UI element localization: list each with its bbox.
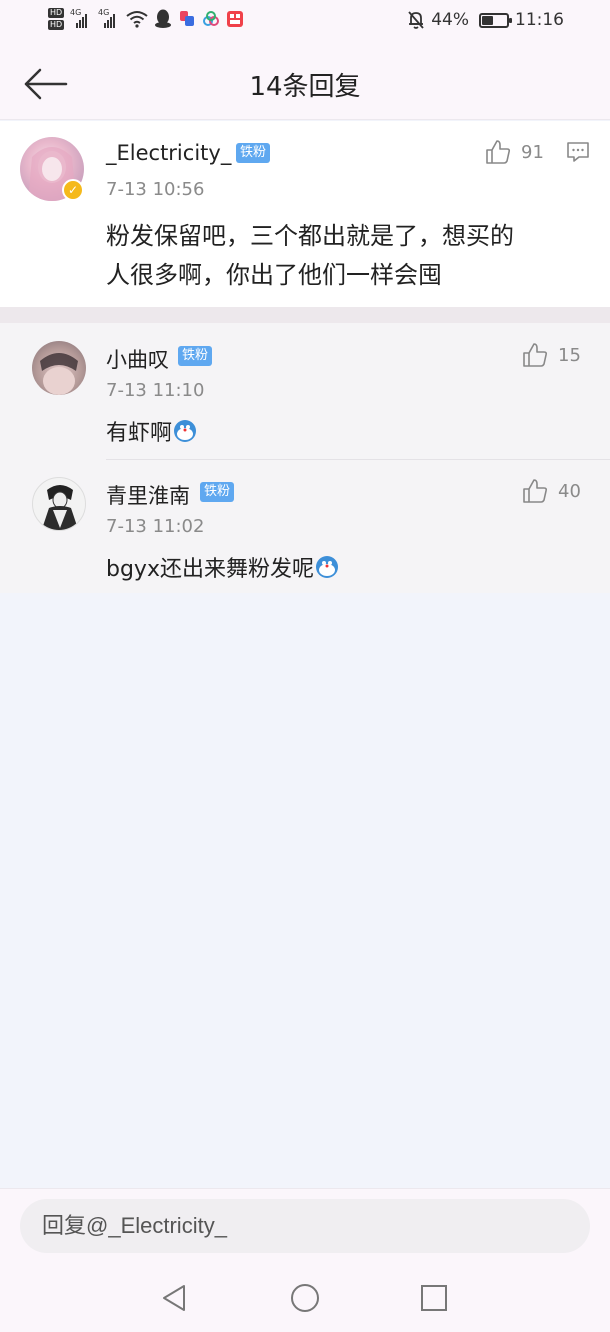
nav-home-icon	[291, 1284, 319, 1312]
fan-level-badge: 铁粉	[200, 482, 235, 502]
system-nav-bar	[0, 1274, 610, 1332]
reply-username[interactable]: 小曲叹	[106, 344, 169, 374]
nav-recents-icon	[421, 1285, 447, 1311]
page-title: 14条回复	[249, 72, 361, 102]
like-button[interactable]: 91	[485, 139, 544, 165]
status-right-icons: 44% 11:16	[407, 10, 564, 30]
avatar-image	[41, 485, 79, 530]
verified-badge-icon: ✓	[62, 179, 84, 201]
battery-percent: 44%	[431, 10, 469, 30]
clock: 11:16	[515, 10, 564, 30]
avatar-image	[40, 353, 78, 395]
section-divider	[0, 307, 610, 323]
nav-home-button[interactable]	[289, 1282, 321, 1314]
like-count: 91	[521, 141, 544, 163]
reply-text-content: 有虾啊	[106, 421, 173, 446]
reply-comment-button[interactable]	[566, 140, 590, 164]
fan-level-badge: 铁粉	[178, 346, 213, 366]
comment-time: 7-13 10:56	[106, 179, 205, 200]
top-nav-header: 14条回复	[0, 46, 610, 120]
qq-icon	[155, 9, 171, 28]
hd-icon: HD	[48, 8, 64, 18]
avatar[interactable]	[32, 341, 86, 395]
nav-recents-button[interactable]	[418, 1282, 450, 1314]
reply-input-bar	[0, 1188, 610, 1274]
avatar[interactable]	[32, 477, 86, 531]
reply-time: 7-13 11:10	[106, 380, 205, 401]
status-bar: HD HD 4G 4G 44% 11:16	[0, 0, 610, 46]
battery-fill	[482, 15, 493, 25]
mute-bell-icon	[408, 11, 424, 29]
status-left-icons: HD HD 4G 4G	[48, 8, 244, 30]
replies-list: 小曲叹 铁粉 7-13 11:10 15 有虾啊 青里淮南 铁粉 7-13 11…	[0, 323, 610, 593]
nav-back-button[interactable]	[158, 1282, 190, 1314]
bilibili-app-icon	[180, 11, 194, 26]
reply-username[interactable]: 青里淮南	[106, 480, 190, 510]
like-count: 40	[558, 480, 581, 502]
wifi-icon	[126, 11, 148, 28]
reply-comment-icon	[567, 142, 589, 162]
comment-text-line: 粉发保留吧，三个都出就是了，想买的	[106, 222, 514, 250]
reply-time: 7-13 11:02	[106, 516, 205, 537]
like-button[interactable]: 40	[522, 478, 581, 504]
reply-text-content: bgyx还出来舞粉发呢	[106, 557, 314, 582]
fan-level-badge: 铁粉	[236, 143, 271, 163]
emoji-icon	[315, 556, 338, 578]
reply-input[interactable]	[20, 1199, 590, 1253]
emoji-icon	[174, 420, 197, 442]
reply-text: bgyx还出来舞粉发呢	[106, 551, 339, 583]
hd-indicators: HD HD	[48, 8, 64, 30]
reply-divider	[106, 459, 610, 460]
like-button[interactable]: 15	[522, 342, 581, 368]
like-count: 15	[558, 344, 581, 366]
comment-username[interactable]: _Electricity_	[106, 141, 231, 165]
kuaishou-app-icon	[227, 11, 243, 27]
comment-text-line: 人很多啊，你出了他们一样会囤	[106, 261, 442, 289]
thumbs-up-icon	[523, 479, 548, 503]
battery-icon	[479, 12, 512, 28]
thumbs-up-icon	[486, 140, 511, 164]
cloud-app-icon	[203, 11, 219, 26]
hd-icon: HD	[48, 20, 64, 30]
main-comment: ✓ _Electricity_ 铁粉 7-13 10:56 91 粉发保留吧，三…	[0, 121, 610, 307]
signal-icon: 4G	[98, 8, 120, 30]
nav-back-icon	[163, 1285, 185, 1311]
signal-icon: 4G	[70, 8, 92, 30]
reply-text: 有虾啊	[106, 415, 197, 447]
thumbs-up-icon	[523, 343, 548, 367]
